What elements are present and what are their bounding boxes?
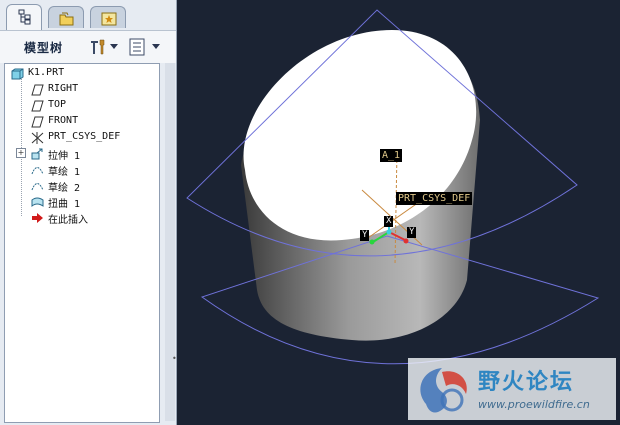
- csys-x-point: [369, 239, 375, 245]
- tree-item-label: 在此插入: [48, 215, 88, 226]
- show-list-icon: [129, 38, 145, 56]
- csys-y-point: [403, 238, 409, 244]
- model-tree-toolbar: 模型树: [0, 30, 176, 63]
- folder-icon: [59, 12, 74, 26]
- csys-label[interactable]: PRT_CSYS_DEF: [396, 192, 473, 205]
- watermark-title: 野火论坛: [478, 370, 575, 395]
- model-tree-tab[interactable]: [6, 4, 42, 30]
- folder-browser-tab[interactable]: [48, 6, 84, 28]
- tree-item-label: TOP: [48, 99, 67, 110]
- model-tree-icon: [18, 9, 31, 25]
- coordinate-system-icon: [31, 132, 44, 144]
- chevron-down-icon: [110, 44, 118, 49]
- csys-axis-label-right: Y: [407, 227, 417, 238]
- model-tree: K1.PRT RIGHT TOP FRONT PRT_CSYS_DEF + 拉伸…: [4, 63, 160, 423]
- expand-toggle[interactable]: +: [16, 148, 26, 158]
- tree-item-label: 草绘 2: [48, 183, 81, 194]
- tree-item-label: 草绘 1: [48, 167, 81, 178]
- watermark: 野火论坛 www.proewildfire.cn: [408, 358, 616, 420]
- favorites-tab[interactable]: [90, 6, 126, 28]
- csys-axis-label-left: Y: [360, 230, 370, 241]
- datum-plane-icon: [31, 116, 44, 128]
- favorites-icon: [101, 12, 117, 26]
- model-tree-title: 模型树: [24, 41, 64, 55]
- csys-axis-label-middle: X: [384, 216, 394, 227]
- axis-label-a1[interactable]: A_1: [380, 149, 403, 162]
- datum-plane-icon: [31, 84, 44, 96]
- settings-dropdown-button[interactable]: [88, 37, 118, 57]
- navigator-tab-strip: [0, 0, 176, 30]
- tree-item-label: FRONT: [48, 115, 79, 126]
- insert-here-arrow-icon: [32, 213, 43, 223]
- sketch-icon: [31, 183, 44, 191]
- navigator-panel: 模型树 K1.PRT RIGHT TOP FRONT PRT_CSYS_DEF …: [0, 0, 177, 425]
- panel-splitter-handle[interactable]: •: [172, 354, 177, 363]
- sketch-icon: [31, 167, 44, 175]
- chevron-down-icon: [152, 44, 160, 49]
- tree-item-label: 拉伸 1: [48, 151, 81, 162]
- show-dropdown-button[interactable]: [128, 37, 160, 57]
- warp-icon: [31, 197, 44, 208]
- settings-tools-icon: [91, 39, 105, 55]
- datum-plane-icon: [31, 100, 44, 112]
- part-icon: [11, 68, 24, 80]
- extrude-icon: [31, 148, 43, 160]
- tree-item-label: K1.PRT: [28, 67, 65, 78]
- csys-origin-point: [386, 229, 392, 235]
- tree-item-label: PRT_CSYS_DEF: [48, 131, 121, 142]
- tree-item-label: 扭曲 1: [48, 199, 81, 210]
- watermark-url: www.proewildfire.cn: [478, 398, 590, 411]
- tree-item-label: RIGHT: [48, 83, 79, 94]
- panel-scroll-strip[interactable]: [165, 63, 175, 421]
- watermark-logo-icon: [420, 368, 467, 413]
